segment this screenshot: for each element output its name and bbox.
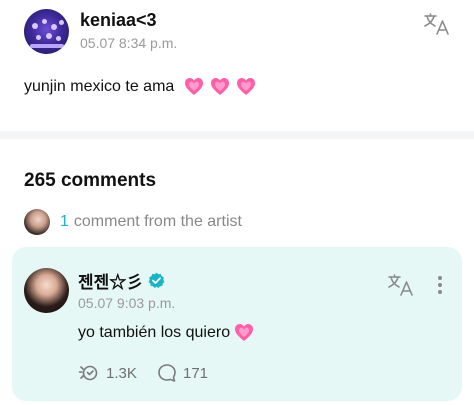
post-author-avatar[interactable]	[24, 9, 69, 54]
verified-badge-icon	[148, 272, 165, 289]
artist-comment-count: 1	[60, 213, 69, 230]
post-translate-icon[interactable]	[422, 11, 452, 37]
more-options-icon[interactable]	[430, 274, 450, 296]
artist-translate-icon[interactable]	[386, 272, 416, 298]
artist-avatar[interactable]	[24, 268, 69, 313]
artist-comment-timestamp: 05.07 9:03 p.m.	[78, 295, 176, 311]
artist-author-name[interactable]: 젠젠☆彡	[78, 268, 143, 293]
reply-button[interactable]: 171	[157, 363, 208, 383]
artist-comment-label: comment from the artist	[73, 213, 242, 230]
comment-bubble-icon	[157, 363, 177, 383]
like-count: 1.3K	[106, 364, 137, 382]
post-timestamp: 05.07 8:34 p.m.	[80, 35, 178, 51]
artist-mini-avatar	[24, 209, 50, 235]
growing-heart-icon	[234, 323, 254, 342]
post-text: yunjin mexico te ama	[24, 77, 175, 95]
artist-comment-text: yo también los quiero	[78, 323, 231, 341]
artist-comment-body: yo también los quiero	[78, 323, 254, 342]
comments-count-heading: 265 comments	[24, 170, 157, 191]
reply-count: 171	[183, 364, 209, 382]
like-button[interactable]: 1.3K	[78, 363, 137, 383]
artist-comments-link[interactable]: 1 comment from the artist	[24, 208, 242, 236]
growing-heart-icon	[210, 77, 230, 96]
artist-comment-card: 젠젠☆彡 05.07 9:03 p.m. yo también los quie…	[12, 247, 462, 401]
section-divider	[0, 131, 474, 139]
post-body: yunjin mexico te ama	[24, 77, 256, 96]
growing-heart-icon	[236, 77, 256, 96]
growing-heart-icon	[184, 77, 204, 96]
artist-author-row: 젠젠☆彡	[78, 268, 165, 293]
cheer-icon	[78, 363, 100, 383]
post-author-name[interactable]: keniaa<3	[80, 10, 157, 31]
